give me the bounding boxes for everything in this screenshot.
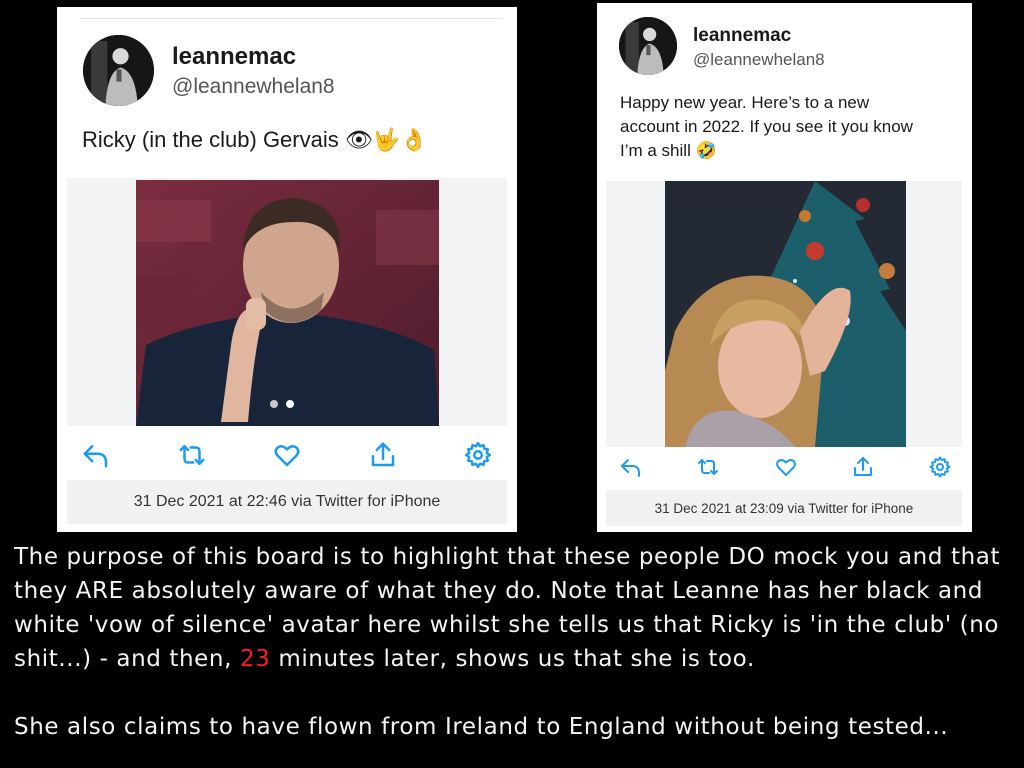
tweet-photo[interactable] — [665, 181, 906, 447]
tweet-card-1: leannemac @leannewhelan8 Ricky (in the c… — [57, 7, 517, 532]
avatar-image — [83, 35, 154, 106]
tweet-timestamp: 31 Dec 2021 at 22:46 via Twitter for iPh… — [67, 480, 507, 524]
reply-icon[interactable] — [81, 440, 111, 470]
caption-highlight: 23 — [239, 646, 271, 672]
settings-icon[interactable] — [463, 440, 493, 470]
caption: The purpose of this board is to highligh… — [14, 540, 1014, 744]
retweet-icon[interactable] — [177, 440, 207, 470]
like-icon[interactable] — [774, 455, 798, 479]
media-page-indicator[interactable] — [270, 400, 294, 408]
share-icon[interactable] — [368, 440, 398, 470]
display-name[interactable]: leannemac — [693, 25, 791, 47]
like-icon[interactable] — [272, 440, 302, 470]
caption-paragraph-2: She also claims to have flown from Irela… — [14, 714, 949, 740]
retweet-icon[interactable] — [696, 455, 720, 479]
action-bar — [619, 453, 952, 481]
page-dot-active[interactable] — [286, 400, 294, 408]
user-handle[interactable]: @leannewhelan8 — [172, 75, 335, 99]
page-dot[interactable] — [270, 400, 278, 408]
reply-icon[interactable] — [619, 455, 643, 479]
share-icon[interactable] — [851, 455, 875, 479]
tweet-text: Ricky (in the club) Gervais 👁🤟👌 — [82, 127, 428, 152]
tweet-text: Happy new year. Here’s to a new account … — [620, 93, 913, 160]
user-handle[interactable]: @leannewhelan8 — [693, 50, 825, 70]
photo-image — [665, 181, 906, 447]
action-bar — [81, 439, 493, 471]
avatar[interactable] — [619, 17, 677, 75]
tweet-timestamp: 31 Dec 2021 at 23:09 via Twitter for iPh… — [606, 490, 962, 526]
tweet-card-2: leannemac @leannewhelan8 Happy new year.… — [597, 3, 972, 532]
avatar[interactable] — [83, 35, 154, 106]
display-name[interactable]: leannemac — [172, 43, 296, 71]
caption-paragraph-1: The purpose of this board is to highligh… — [14, 540, 1014, 676]
avatar-image — [619, 17, 677, 75]
divider — [80, 18, 503, 19]
tweet-photo[interactable] — [136, 180, 439, 426]
settings-icon[interactable] — [928, 455, 952, 479]
photo-image — [136, 180, 439, 426]
caption-text: minutes later, shows us that she is too. — [270, 646, 755, 672]
